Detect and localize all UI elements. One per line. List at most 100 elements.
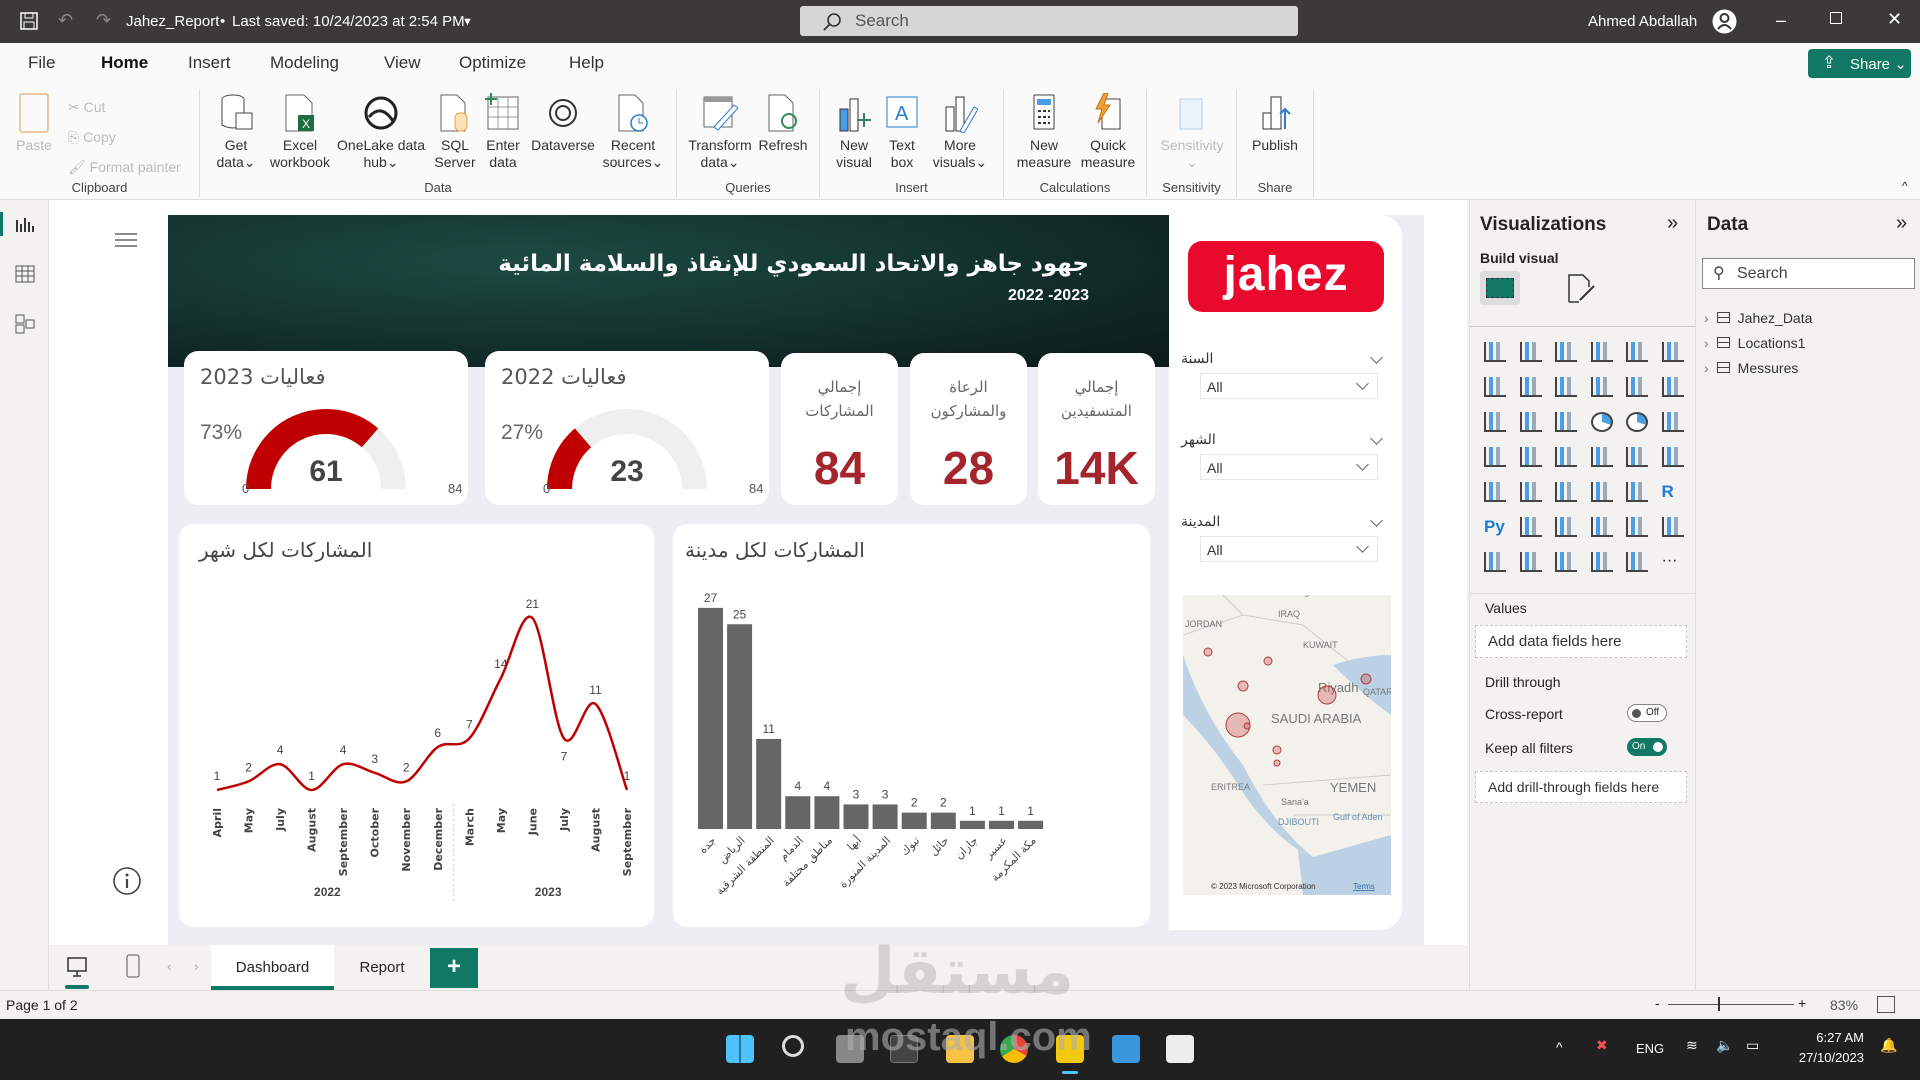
add-drill-through-well[interactable]: Add drill-through fields here [1475, 771, 1687, 803]
page-tab-dashboard[interactable]: Dashboard [211, 945, 334, 990]
tab-modeling[interactable]: Modeling [270, 53, 339, 73]
bar-chart-card[interactable]: المشاركات لكل مدينة 27 جدة 25 الرياض 11 المنط… [673, 524, 1150, 927]
sensitivity-button[interactable]: Sensitivity ⌄ [1157, 93, 1227, 171]
gauge-card[interactable]: فعاليات 2023 73% 61 0 84 [184, 351, 468, 505]
collapse-ribbon-icon[interactable]: ^ [1902, 179, 1908, 193]
hamburger-menu-icon[interactable] [115, 232, 137, 248]
line-point[interactable] [215, 788, 219, 792]
key-influencers-visual-icon[interactable] [1519, 517, 1542, 537]
new-visual-button[interactable]: New visual [834, 93, 874, 171]
ribbon-visual-icon[interactable] [1661, 377, 1684, 397]
search-input[interactable]: Search [800, 6, 1298, 36]
transform-data-button[interactable]: Transform data⌄ [687, 93, 753, 171]
slicer-collapse-icon[interactable] [1370, 432, 1383, 445]
chevron-right-icon[interactable]: › [1704, 310, 1709, 326]
slicer-dropdown[interactable]: All [1200, 373, 1378, 399]
kpi-card[interactable]: إجمالي المتسفيدين 14K [1038, 353, 1155, 505]
line-clustered-column-visual-icon[interactable] [1626, 377, 1648, 397]
desktop-layout-icon[interactable] [66, 956, 88, 978]
qa-visual-icon[interactable] [1590, 517, 1613, 537]
add-page-button[interactable]: + [430, 948, 478, 988]
collapse-viz-icon[interactable]: » [1667, 212, 1678, 235]
pie-visual-icon[interactable] [1590, 412, 1613, 432]
snipping-tool-icon[interactable] [1166, 1035, 1194, 1063]
line-chart-card[interactable]: المشاركات لكل شهر 1 April 2 May 4 July 1 August… [179, 524, 654, 927]
paginated-visual-icon[interactable] [1484, 552, 1506, 572]
line-point[interactable] [562, 736, 566, 740]
scatter-visual-icon[interactable] [1555, 412, 1577, 432]
get-data-button[interactable]: Get data⌄ [214, 93, 258, 171]
slicer-dropdown[interactable]: All [1200, 454, 1378, 480]
stacked-column-visual-icon[interactable] [1519, 342, 1542, 362]
gauge-card[interactable]: فعاليات 2022 27% 23 0 84 [485, 351, 769, 505]
tab-view[interactable]: View [384, 53, 421, 73]
line-point[interactable] [341, 762, 345, 766]
network-error-icon[interactable]: ✖ [1596, 1037, 1608, 1054]
bar[interactable] [872, 804, 898, 829]
sql-server-button[interactable]: SQL Server [432, 93, 478, 171]
fit-to-page-icon[interactable] [1877, 996, 1895, 1013]
windows-start-icon[interactable] [726, 1035, 754, 1063]
publish-button[interactable]: Publish [1247, 93, 1303, 154]
map-bubble[interactable] [1360, 673, 1372, 685]
terminal-icon[interactable] [890, 1035, 918, 1063]
kpi-visual-icon[interactable] [1519, 482, 1542, 502]
mobile-layout-icon[interactable] [126, 954, 140, 978]
map-bubble[interactable] [1263, 656, 1273, 666]
tab-insert[interactable]: Insert [188, 53, 231, 73]
slicer-visual-icon[interactable] [1555, 482, 1577, 502]
model-view-icon[interactable] [15, 314, 35, 334]
slicer-dropdown[interactable]: All [1200, 536, 1378, 562]
tray-overflow-icon[interactable]: ^ [1556, 1039, 1563, 1055]
zoom-out-button[interactable]: - [1655, 995, 1660, 1011]
format-painter-button[interactable]: 🖌 Format painter [68, 159, 181, 176]
line-column-visual-icon[interactable] [1590, 377, 1613, 397]
clustered-bar-visual-icon[interactable] [1555, 342, 1577, 362]
report-view-icon[interactable] [15, 216, 35, 234]
chevron-right-icon[interactable]: › [1704, 360, 1709, 376]
table-item[interactable]: › Locations1 [1704, 335, 1805, 351]
clock-date[interactable]: 27/10/2023 [1786, 1050, 1864, 1065]
bar[interactable] [989, 820, 1014, 829]
dataverse-button[interactable]: Dataverse [528, 93, 598, 154]
prev-page-icon[interactable]: ‹ [167, 958, 172, 974]
map-bubble[interactable] [1237, 680, 1249, 692]
volume-icon[interactable]: 🔈 [1716, 1037, 1733, 1054]
filled-map-visual-icon[interactable] [1519, 447, 1542, 467]
line-point[interactable] [436, 745, 440, 749]
chrome-icon[interactable] [1000, 1035, 1028, 1063]
paste-button[interactable]: Paste [14, 93, 54, 154]
new-measure-button[interactable]: New measure [1014, 93, 1074, 171]
tab-home[interactable]: Home [101, 53, 149, 86]
clustered-column-visual-icon[interactable] [1590, 342, 1613, 362]
multi-row-card-visual-icon[interactable] [1484, 482, 1506, 502]
zoom-slider[interactable] [1668, 1004, 1794, 1005]
python-visual-icon[interactable]: Py [1484, 517, 1506, 537]
map-visual[interactable]: IRAQ JORDAN KUWAIT Riyadh QATAR SAUDI ARABIA E… [1183, 595, 1391, 895]
table-view-icon[interactable] [15, 265, 35, 283]
redo-icon[interactable]: ↷ [96, 10, 111, 31]
clock-time[interactable]: 6:27 AM [1800, 1030, 1864, 1045]
line-point[interactable] [530, 616, 534, 620]
table-item[interactable]: › Jahez_Data [1704, 310, 1812, 326]
bar[interactable] [930, 812, 956, 829]
save-icon[interactable] [20, 12, 38, 30]
build-visual-tab[interactable] [1480, 271, 1520, 305]
text-box-button[interactable]: A Text box [882, 93, 922, 171]
power-bi-icon[interactable] [1056, 1035, 1084, 1063]
avatar-icon[interactable] [1712, 9, 1737, 34]
bar[interactable] [843, 804, 869, 829]
refresh-button[interactable]: Refresh [757, 93, 809, 154]
slicer-collapse-icon[interactable] [1370, 514, 1383, 527]
more-visual-icon[interactable]: ··· [1662, 552, 1684, 572]
waterfall-visual-icon[interactable] [1484, 412, 1506, 432]
line-point[interactable] [625, 788, 629, 792]
table-item[interactable]: › Messures [1704, 360, 1798, 376]
collapse-data-icon[interactable]: » [1896, 212, 1907, 235]
chevron-right-icon[interactable]: › [1704, 335, 1709, 351]
map-bubble[interactable] [1243, 722, 1251, 730]
100-bar-visual-icon[interactable] [1626, 342, 1648, 362]
bar[interactable] [814, 796, 840, 829]
search-taskbar-icon[interactable] [782, 1035, 804, 1057]
battery-icon[interactable]: ▭ [1746, 1037, 1759, 1054]
